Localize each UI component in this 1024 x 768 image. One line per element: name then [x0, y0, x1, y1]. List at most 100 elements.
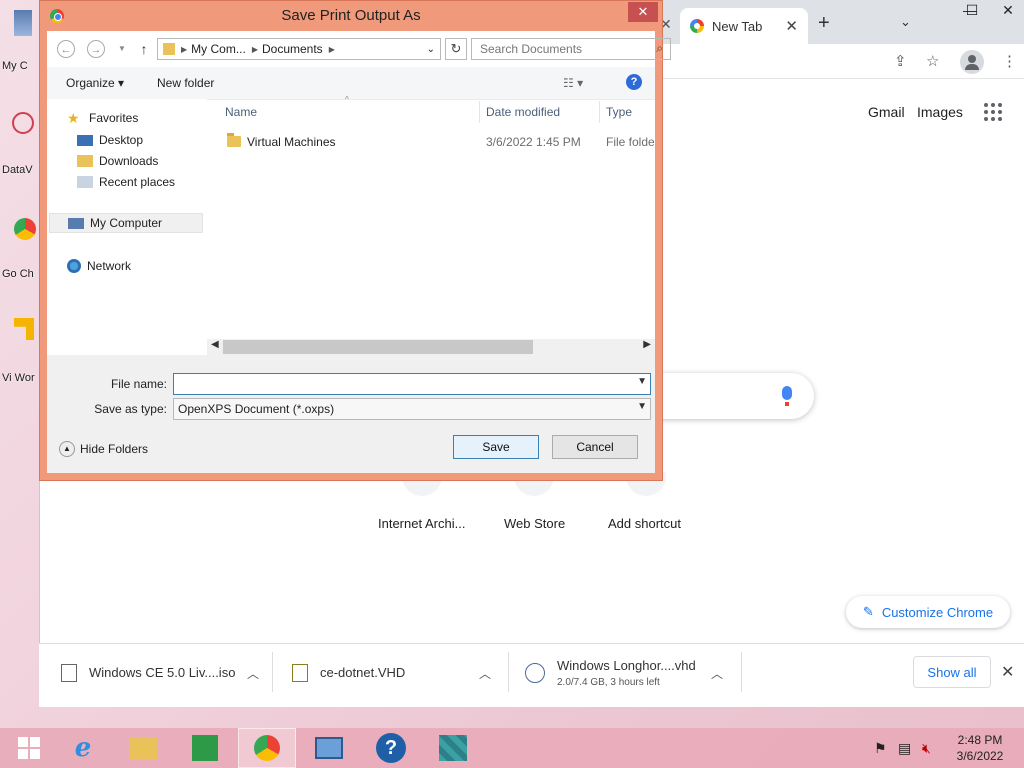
scrollbar-thumb[interactable]: [223, 340, 533, 354]
column-header-date[interactable]: Date modified: [486, 105, 560, 119]
desktop-icon-label: My C: [2, 60, 28, 72]
nav-favorites[interactable]: ★ Favorites: [67, 111, 138, 125]
nav-recent-places[interactable]: Recent places: [77, 175, 175, 189]
network-icon[interactable]: ▤: [898, 740, 911, 757]
disk-image-icon: [292, 663, 308, 682]
chevron-right-icon: ▶: [328, 44, 335, 54]
windows-logo-icon: [18, 737, 40, 759]
hide-folders-button[interactable]: ▲ Hide Folders: [59, 441, 148, 457]
download-shelf: Windows CE 5.0 Liv....iso ︿ ce-dotnet.VH…: [39, 643, 1024, 707]
nav-network[interactable]: Network: [67, 259, 131, 273]
command-bar: Organize ▾ New folder ☷ ▾ ?: [47, 67, 655, 100]
save-as-type-select[interactable]: OpenXPS Document (*.oxps) ▼: [173, 398, 651, 420]
row-type: File folder: [606, 135, 654, 149]
nav-desktop[interactable]: Desktop: [77, 133, 143, 147]
up-arrow-icon[interactable]: ↑: [135, 40, 153, 58]
desktop-icon-label: Vi Wor: [2, 372, 35, 384]
download-item[interactable]: ce-dotnet.VHD: [292, 644, 405, 701]
file-icon: [61, 663, 77, 682]
share-icon[interactable]: ⇪: [894, 52, 907, 70]
volume-muted-icon[interactable]: 🔇︎: [922, 740, 931, 757]
desktop-icon-my-computer[interactable]: My C: [0, 10, 36, 72]
gmail-link[interactable]: Gmail: [868, 104, 905, 120]
organize-button[interactable]: Organize ▾: [66, 76, 124, 90]
start-button[interactable]: [0, 728, 58, 768]
view-options-icon[interactable]: ☷ ▾: [563, 76, 583, 90]
taskbar-chrome[interactable]: [238, 728, 296, 768]
file-name-input[interactable]: ▼: [173, 373, 651, 395]
tab-search-chevron-icon[interactable]: ⌄: [900, 14, 911, 30]
breadcrumb-documents[interactable]: Documents: [262, 42, 323, 56]
shortcut-label[interactable]: Add shortcut: [608, 516, 681, 531]
tab-new-tab[interactable]: New Tab ✕: [680, 8, 808, 44]
forward-icon[interactable]: →: [87, 40, 105, 58]
taskbar-file-explorer[interactable]: [114, 728, 172, 768]
shortcut-label[interactable]: Web Store: [504, 516, 565, 531]
chevron-up-icon[interactable]: ︿: [479, 665, 491, 682]
chevron-up-icon[interactable]: ︿: [711, 665, 723, 682]
chevron-down-icon[interactable]: ▼: [637, 376, 647, 387]
internet-explorer-icon: e: [74, 733, 92, 763]
dialog-body: ← → ▼ ↑ ▶ My Com... ▶ Documents ▶ ⌄ ↻ Se…: [47, 31, 671, 473]
profile-avatar[interactable]: [960, 50, 984, 74]
window-close-icon[interactable]: ✕: [994, 2, 1022, 19]
new-folder-button[interactable]: New folder: [157, 76, 214, 90]
help-icon: ?: [376, 733, 406, 763]
shortcut-label[interactable]: Internet Archi...: [378, 516, 465, 531]
clock[interactable]: 2:48 PM 3/6/2022: [950, 732, 1010, 764]
column-header-name[interactable]: Name: [225, 105, 257, 119]
address-bar[interactable]: ▶ My Com... ▶ Documents ▶ ⌄: [157, 38, 441, 60]
column-header-type[interactable]: Type: [606, 105, 632, 119]
search-documents-input[interactable]: Search Documents ⌕: [471, 38, 671, 60]
scroll-right-icon[interactable]: ▶: [643, 339, 651, 350]
package-icon: [439, 735, 467, 761]
taskbar-package[interactable]: [424, 728, 482, 768]
nav-label: Network: [87, 259, 132, 273]
taskbar: e ? ⚑ ▤ 🔇︎ 2:48 PM 3/6/2022: [0, 728, 1024, 768]
taskbar-help[interactable]: ?: [362, 728, 420, 768]
desktop-icon-vmware[interactable]: Vi Wor: [0, 318, 36, 384]
save-dialog: Save Print Output As ✕ ← → ▼ ↑ ▶ My Com.…: [39, 0, 671, 481]
refresh-icon[interactable]: ↻: [445, 38, 467, 60]
scroll-left-icon[interactable]: ◀: [211, 339, 219, 350]
taskbar-store[interactable]: [176, 728, 234, 768]
restore-icon[interactable]: ☐: [958, 2, 986, 19]
chevron-up-icon[interactable]: ︿: [247, 665, 259, 682]
nav-my-computer[interactable]: My Computer: [49, 213, 203, 233]
horizontal-scrollbar[interactable]: ◀ ▶: [207, 339, 655, 355]
address-dropdown-icon[interactable]: ⌄: [427, 44, 435, 55]
chevron-down-icon[interactable]: ▼: [637, 401, 647, 412]
star-icon[interactable]: ☆: [926, 52, 939, 70]
show-all-button[interactable]: Show all: [913, 656, 991, 688]
download-item[interactable]: Windows Longhor....vhd 2.0/7.4 GB, 3 hou…: [525, 644, 696, 701]
taskbar-internet-explorer[interactable]: e: [54, 728, 112, 768]
desktop-icon-datav[interactable]: DataV: [0, 112, 36, 176]
new-tab-plus-icon[interactable]: +: [818, 12, 830, 35]
atom-icon: [12, 112, 34, 134]
customize-chrome-button[interactable]: ✎ Customize Chrome: [846, 596, 1010, 628]
breadcrumb-my-computer[interactable]: My Com...: [191, 42, 246, 56]
dialog-close-button[interactable]: ✕: [628, 2, 658, 22]
download-item[interactable]: Windows CE 5.0 Liv....iso: [61, 644, 235, 701]
microphone-icon[interactable]: [782, 386, 792, 406]
save-button[interactable]: Save: [453, 435, 539, 459]
download-name: Windows CE 5.0 Liv....iso: [89, 665, 236, 680]
nav-downloads[interactable]: Downloads: [77, 154, 158, 168]
close-icon[interactable]: ✕: [1001, 662, 1014, 682]
cancel-button[interactable]: Cancel: [552, 435, 638, 459]
taskbar-remote-desktop[interactable]: [300, 728, 358, 768]
back-icon[interactable]: ←: [57, 40, 75, 58]
images-link[interactable]: Images: [917, 104, 963, 120]
divider: [741, 652, 742, 692]
recent-places-icon: [77, 176, 93, 188]
row-date: 3/6/2022 1:45 PM: [486, 135, 581, 149]
menu-dots-icon[interactable]: ⋮: [1002, 52, 1017, 70]
tab-close-icon[interactable]: ✕: [785, 17, 798, 35]
desktop-icon-google-chrome[interactable]: Go Ch: [0, 218, 36, 280]
recent-chevron-icon[interactable]: ▼: [113, 40, 131, 58]
flag-icon[interactable]: ⚑: [874, 740, 887, 757]
apps-grid-icon[interactable]: [984, 103, 1002, 121]
divider: [479, 101, 480, 123]
computer-icon: [14, 10, 32, 36]
help-icon[interactable]: ?: [626, 74, 642, 90]
